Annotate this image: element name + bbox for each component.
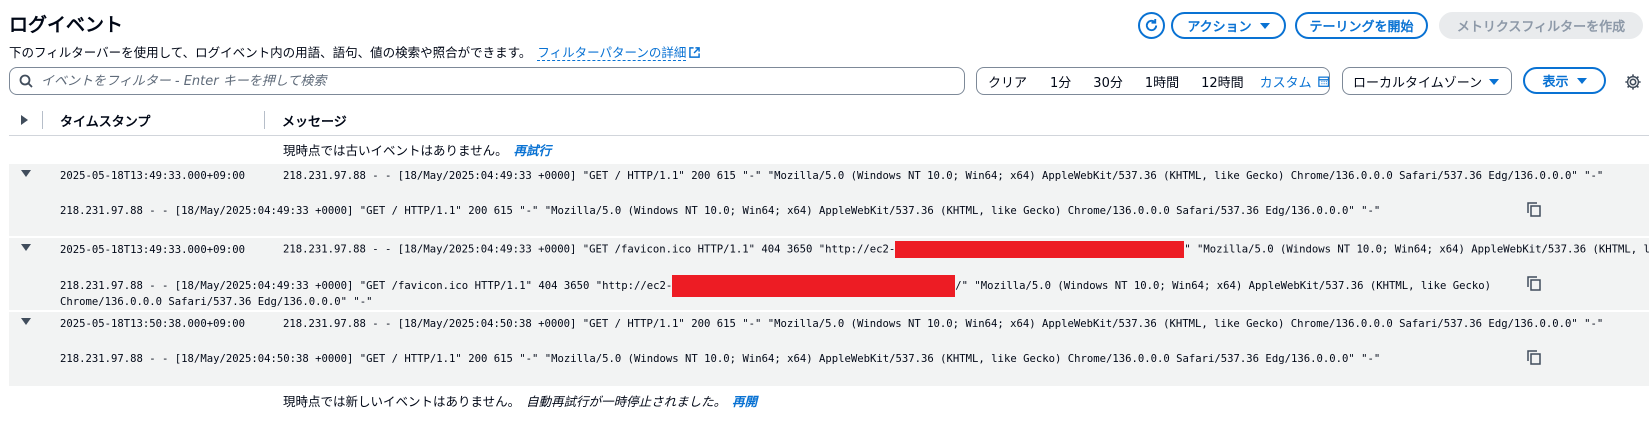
event-detail-line2: Chrome/136.0.0.0 Safari/537.36 Edg/136.0… [60,296,373,308]
expand-all-toggle[interactable] [21,110,28,130]
range-30m[interactable]: 30分 [1093,72,1123,91]
no-newer-events-text: 現時点では新しいイベントはありません。 [283,394,521,409]
column-divider [264,111,265,129]
caret-down-icon [1259,22,1270,29]
event-detail: 218.231.97.88 - - [18/May/2025:04:49:33 … [60,275,1491,297]
auto-retry-paused-text: 自動再試行が一時停止されました。 [526,394,727,409]
actions-button[interactable]: アクション [1171,12,1286,39]
expand-icon [21,115,28,125]
calendar-icon[interactable] [1317,75,1329,88]
actions-label: アクション [1187,20,1252,35]
log-event-row[interactable]: 2025-05-18T13:49:33.000+09:00 218.231.97… [9,238,1649,310]
display-label: 表示 [1542,75,1569,90]
event-timestamp: 2025-05-18T13:50:38.000+09:00 [60,318,245,330]
event-message-part: 218.231.97.88 - - [18/May/2025:04:49:33 … [283,243,896,256]
settings-gear-icon[interactable] [1624,73,1642,91]
collapse-icon[interactable] [21,244,31,251]
create-metric-filter-label: メトリクスフィルターを作成 [1456,20,1626,35]
log-event-row[interactable]: 2025-05-18T13:49:33.000+09:00 218.231.97… [9,164,1649,236]
event-detail-part: 218.231.97.88 - - [18/May/2025:04:49:33 … [60,280,673,292]
page-title: ログイベント [9,14,124,36]
time-range-selector: クリア 1分 30分 1時間 12時間 カスタム [976,67,1330,95]
start-tailing-label: テーリングを開始 [1309,20,1414,35]
range-custom[interactable]: カスタム [1260,72,1312,91]
log-event-row[interactable]: 2025-05-18T13:50:38.000+09:00 218.231.97… [9,312,1649,386]
timezone-select[interactable]: ローカルタイムゾーン [1342,67,1512,95]
copy-icon[interactable] [1527,276,1541,291]
range-clear[interactable]: クリア [988,72,1027,91]
refresh-button[interactable] [1138,12,1165,39]
collapse-icon[interactable] [21,318,31,325]
caret-down-icon [1489,79,1499,85]
copy-icon[interactable] [1527,350,1541,365]
redaction-bar [672,275,956,297]
column-divider [42,111,43,129]
event-message: 218.231.97.88 - - [18/May/2025:04:49:33 … [283,170,1604,182]
filter-pattern-link[interactable]: フィルターパターンの詳細 [537,45,687,61]
description-text: 下のフィルターバーを使用して、ログイベント内の用語、語句、値の検索や照合ができま… [9,45,532,60]
event-message-part: " "Mozilla/5.0 (Windows NT 10.0; Win64; … [1184,243,1649,256]
search-icon [19,74,33,88]
create-metric-filter-button[interactable]: メトリクスフィルターを作成 [1439,12,1643,39]
event-detail: 218.231.97.88 - - [18/May/2025:04:49:33 … [60,205,1381,217]
page-description: 下のフィルターバーを使用して、ログイベント内の用語、語句、値の検索や照合ができま… [9,42,701,61]
display-button[interactable]: 表示 [1523,67,1606,94]
newer-events-notice: 現時点では新しいイベントはありません。 自動再試行が一時停止されました。 再開 [283,391,757,410]
column-header-timestamp[interactable]: タイムスタンプ [60,110,150,130]
filter-pattern-link-label: フィルターパターンの詳細 [537,45,687,60]
refresh-icon [1145,18,1158,32]
range-12h[interactable]: 12時間 [1201,72,1244,91]
search-input[interactable] [41,73,941,89]
external-link-icon[interactable] [689,47,701,58]
filter-search-bar[interactable] [9,67,965,95]
event-timestamp: 2025-05-18T13:49:33.000+09:00 [60,170,245,182]
timezone-value: ローカルタイムゾーン [1353,75,1483,91]
event-timestamp: 2025-05-18T13:49:33.000+09:00 [60,244,245,256]
event-message: 218.231.97.88 - - [18/May/2025:04:50:38 … [283,318,1604,330]
range-1h[interactable]: 1時間 [1145,72,1179,91]
collapse-icon[interactable] [21,170,31,177]
start-tailing-button[interactable]: テーリングを開始 [1295,12,1428,39]
older-events-notice: 現時点では古いイベントはありません。 再試行 [283,140,551,159]
copy-icon[interactable] [1527,202,1541,217]
event-detail-part: /" "Mozilla/5.0 (Windows NT 10.0; Win64;… [955,280,1492,292]
column-header-message[interactable]: メッセージ [282,110,347,130]
no-older-events-text: 現時点では古いイベントはありません。 [283,143,508,158]
event-detail: 218.231.97.88 - - [18/May/2025:04:50:38 … [60,353,1381,365]
range-1m[interactable]: 1分 [1050,72,1071,91]
retry-link[interactable]: 再試行 [514,143,552,158]
caret-down-icon [1576,77,1587,84]
table-header: タイムスタンプ メッセージ [9,110,1649,136]
redaction-bar [895,241,1185,258]
event-message: 218.231.97.88 - - [18/May/2025:04:49:33 … [283,241,1649,258]
resume-link[interactable]: 再開 [732,394,757,409]
